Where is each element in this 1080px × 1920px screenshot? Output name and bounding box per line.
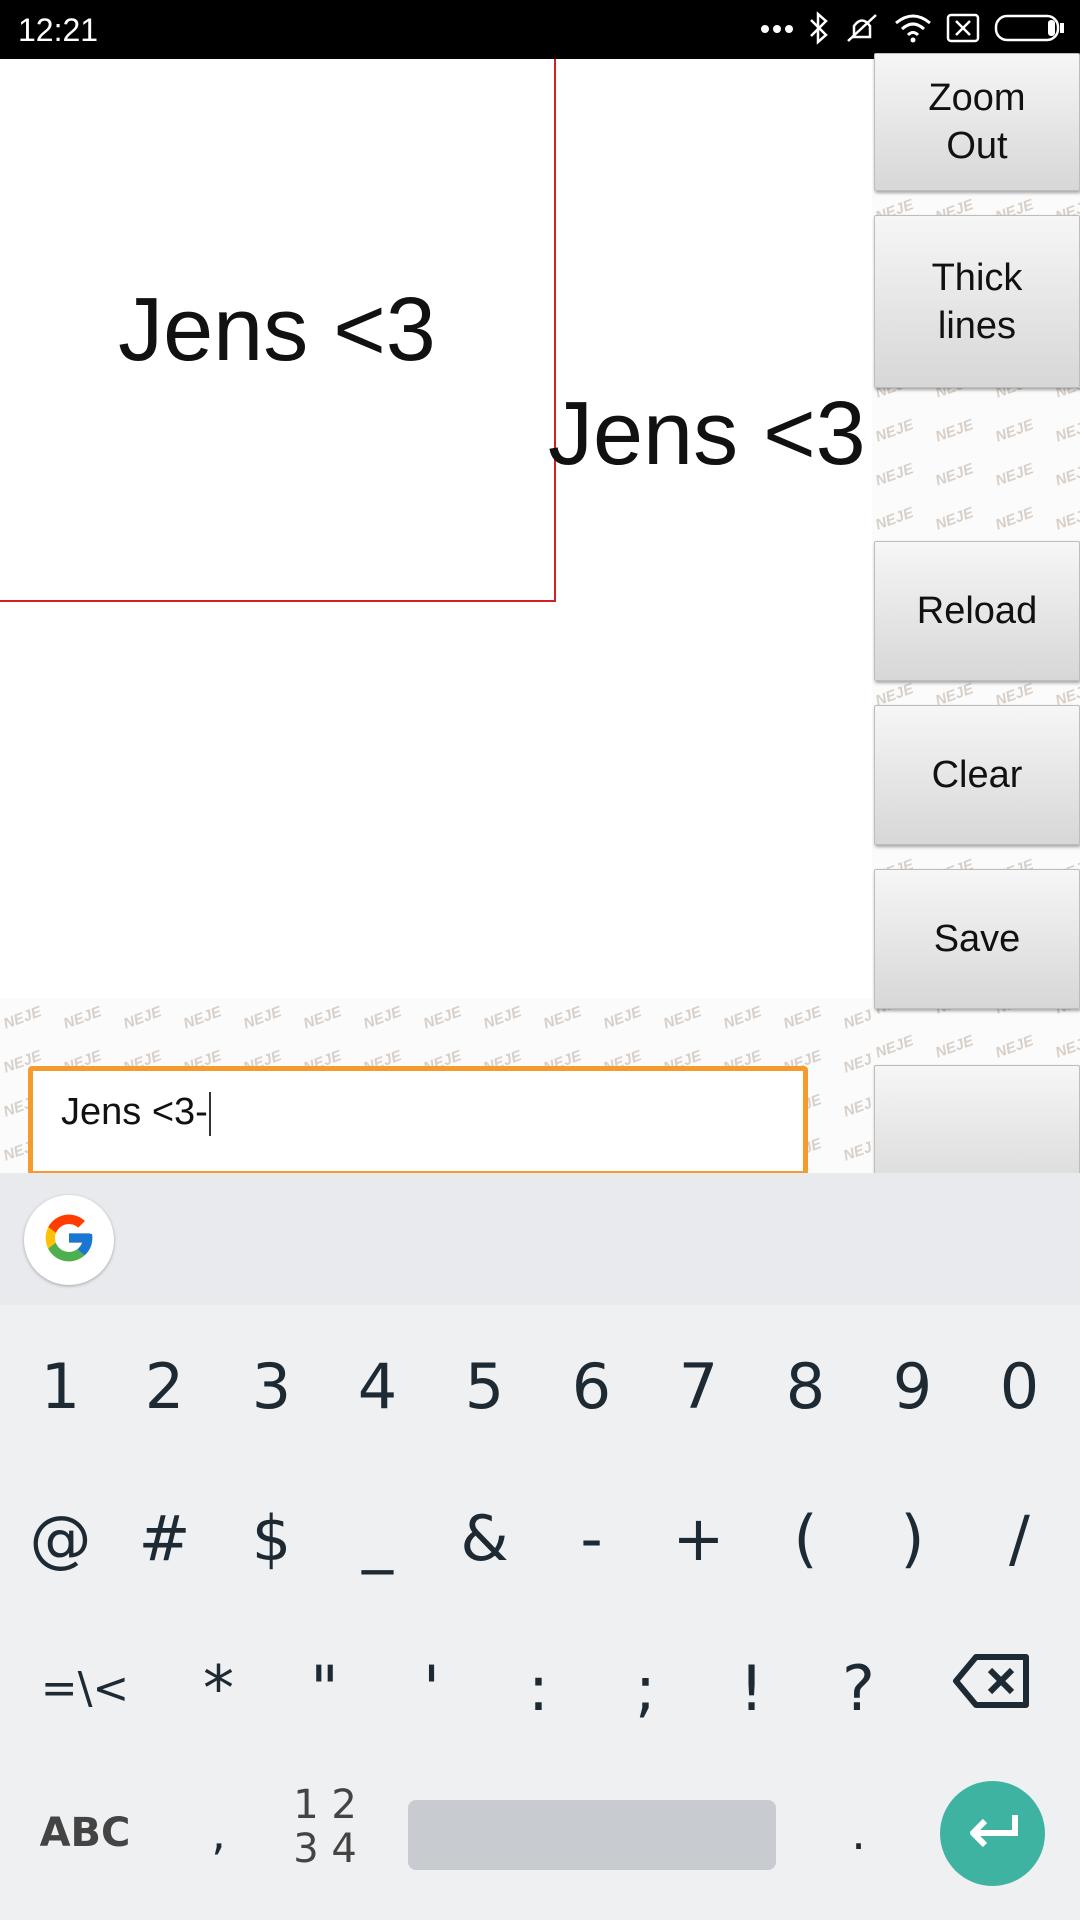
enter-key[interactable] [940,1781,1045,1886]
soft-keyboard: 1 2 3 4 5 6 7 8 9 0 @ # $ _ & - + ( ) / … [0,1173,1080,1920]
key-ampersand[interactable]: & [431,1463,538,1613]
status-icons [760,10,1066,50]
battery-icon [994,13,1066,48]
text-frame[interactable]: Jens <3 [0,59,556,602]
google-search-button[interactable] [24,1195,114,1285]
key-8[interactable]: 8 [752,1311,859,1461]
bluetooth-icon [808,10,830,50]
key-dollar[interactable]: $ [218,1463,325,1613]
status-bar: 12:21 [0,0,1080,59]
wifi-icon [894,13,932,48]
frame-text: Jens <3 [118,280,436,380]
key-question[interactable]: ? [805,1613,912,1763]
status-time: 12:21 [18,12,99,48]
thick-lines-button[interactable]: Thick lines [874,215,1080,388]
keyboard-row-digits: 1 2 3 4 5 6 7 8 9 0 [0,1311,1080,1461]
sim-blocked-icon [946,13,980,48]
key-minus[interactable]: - [538,1463,645,1613]
side-button-panel: Zoom Out Thick lines Reload Clear Save [872,53,1080,1205]
key-5[interactable]: 5 [431,1311,538,1461]
key-slash[interactable]: / [966,1463,1073,1613]
input-strip: Jens <3- [0,998,872,1176]
save-button[interactable]: Save [874,869,1080,1009]
backspace-icon [952,1651,1032,1726]
keyboard-row-symbols: @ # $ _ & - + ( ) / [0,1463,1080,1613]
key-underscore[interactable]: _ [324,1463,431,1613]
clear-button[interactable]: Clear [874,705,1080,845]
key-6[interactable]: 6 [538,1311,645,1461]
reload-button[interactable]: Reload [874,541,1080,681]
key-4[interactable]: 4 [324,1311,431,1461]
key-0[interactable]: 0 [966,1311,1073,1461]
key-single-quote[interactable]: ' [378,1613,485,1763]
abc-key[interactable]: ABC [30,1773,140,1893]
key-9[interactable]: 9 [859,1311,966,1461]
key-hash[interactable]: # [111,1463,218,1613]
key-plus[interactable]: + [645,1463,752,1613]
key-open-paren[interactable]: ( [752,1463,859,1613]
numpad-toggle-line-2: 3 4 [293,1826,357,1872]
key-asterisk[interactable]: * [165,1613,272,1763]
zoom-out-button[interactable]: Zoom Out [874,53,1080,191]
key-7[interactable]: 7 [645,1311,752,1461]
key-close-paren[interactable]: ) [859,1463,966,1613]
silent-vibrate-icon [844,11,880,50]
suggestion-bar [0,1173,1080,1305]
text-input[interactable]: Jens <3- [28,1066,808,1176]
key-semicolon[interactable]: ; [592,1613,699,1763]
comma-key[interactable]: , [165,1773,272,1893]
key-exclamation[interactable]: ! [698,1613,805,1763]
text-caret [208,1091,211,1136]
space-key[interactable] [408,1800,776,1870]
period-key[interactable]: . [805,1773,912,1893]
backspace-key[interactable] [937,1613,1047,1763]
text-input-value: Jens <3- [61,1091,208,1133]
key-colon[interactable]: : [485,1613,592,1763]
key-more-symbols[interactable]: =\< [20,1613,150,1763]
key-3[interactable]: 3 [218,1311,325,1461]
drawing-canvas[interactable]: Jens <3 Jens <3 [0,59,872,1005]
google-g-icon [41,1210,97,1271]
key-1[interactable]: 1 [7,1311,114,1461]
key-2[interactable]: 2 [111,1311,218,1461]
key-double-quote[interactable]: " [271,1613,378,1763]
numpad-toggle-line-1: 1 2 [293,1782,357,1828]
enter-arrow-icon [965,1811,1021,1856]
numpad-toggle-key[interactable]: 1 2 3 4 [290,1783,360,1883]
key-at[interactable]: @ [7,1463,114,1613]
keyboard-row-more-symbols: =\< * " ' : ; ! ? [0,1613,1080,1763]
more-dots-icon [760,21,794,39]
floating-text[interactable]: Jens <3 [548,383,866,486]
keyboard-row-bottom: ABC , 1 2 3 4 . [0,1773,1080,1920]
